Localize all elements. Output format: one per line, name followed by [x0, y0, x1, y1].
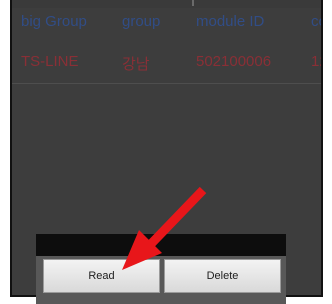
status-bar-marker	[192, 0, 194, 6]
header-group: group	[122, 13, 161, 30]
row-divider	[12, 83, 321, 84]
delete-button[interactable]: Delete	[164, 259, 281, 293]
cell-control: 1234567	[311, 53, 321, 70]
header-module-id: module ID	[196, 13, 265, 30]
read-button[interactable]: Read	[43, 259, 160, 293]
cell-group: 강남	[122, 56, 150, 73]
cell-module-id: 502100006	[196, 53, 272, 70]
header-control: contro	[311, 13, 321, 30]
header-big-group: big Group	[21, 13, 87, 30]
dialog-button-bar: Read Delete	[36, 256, 286, 304]
action-dialog: Read Delete	[36, 234, 286, 304]
cell-big-group: TS-LINE	[21, 53, 79, 70]
status-bar	[12, 0, 321, 8]
